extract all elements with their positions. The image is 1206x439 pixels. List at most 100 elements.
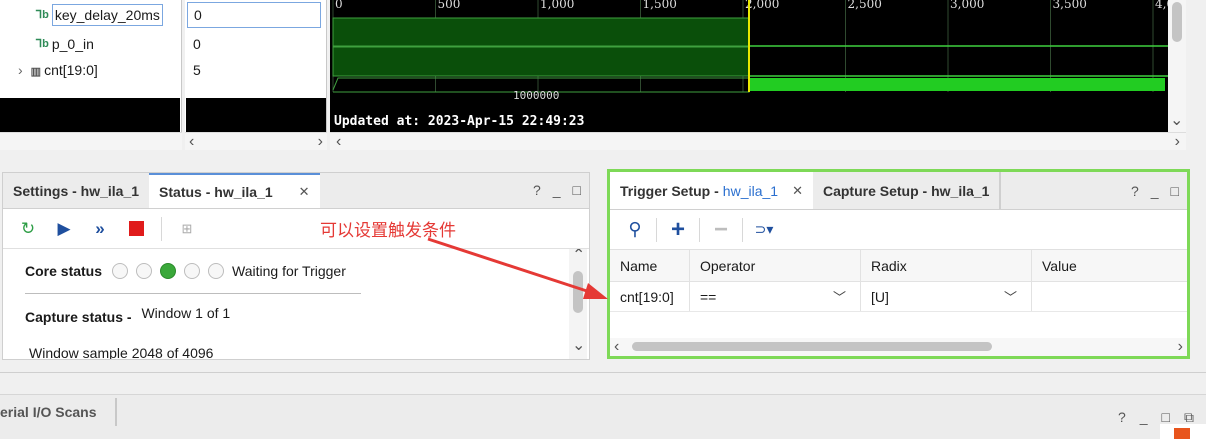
time-tick-label: 0 bbox=[335, 0, 343, 11]
scroll-left-icon[interactable]: ‹ bbox=[336, 133, 341, 150]
waveform-svg: 0 500 1,000 1,500 2,000 2,500 3,000 3,500 4,0 10… bbox=[332, 0, 1168, 129]
tab-trigger-setup[interactable]: Trigger Setup - hw_ila_1 ✕ bbox=[610, 172, 813, 209]
toolbar-separator bbox=[161, 216, 162, 241]
minimize-icon[interactable]: _ bbox=[1140, 409, 1148, 426]
status-tabbar: Settings - hw_ila_1 Status - hw_ila_1 ✕ … bbox=[3, 173, 589, 209]
chevron-down-icon[interactable]: ﹀ bbox=[1004, 287, 1017, 306]
operator-select[interactable]: == ﹀ bbox=[690, 282, 861, 311]
core-status-text: Waiting for Trigger bbox=[232, 263, 346, 279]
signal-name: p_0_in bbox=[51, 35, 94, 52]
scroll-down-icon[interactable]: ⌄ bbox=[572, 337, 585, 355]
auto-retrigger-icon[interactable]: ↻ bbox=[13, 215, 43, 243]
tab-status[interactable]: Status - hw_ila_1 ✕ bbox=[149, 173, 320, 208]
trigger-hscroll[interactable]: ‹ › bbox=[610, 338, 1187, 356]
run-trigger-icon[interactable]: ▶ bbox=[49, 215, 79, 243]
capture-status-label: Capture status - bbox=[25, 309, 132, 325]
names-hscroll[interactable] bbox=[0, 132, 182, 150]
column-radix[interactable]: Radix bbox=[861, 250, 1032, 281]
scroll-right-icon[interactable]: › bbox=[1178, 338, 1183, 356]
values-hscroll[interactable]: ‹ › bbox=[185, 132, 327, 150]
maximize-icon[interactable]: □ bbox=[573, 182, 581, 198]
tab-label: Trigger Setup - bbox=[620, 182, 719, 199]
chevron-down-icon[interactable]: ﹀ bbox=[833, 287, 846, 306]
help-icon[interactable]: ? bbox=[533, 182, 541, 198]
chevron-right-icon[interactable]: › bbox=[18, 62, 23, 78]
status-toolbar: ↻ ▶ » ⊞ bbox=[3, 209, 589, 249]
value-row: 0 bbox=[185, 0, 326, 29]
tab-capture-setup[interactable]: Capture Setup - hw_ila_1 bbox=[813, 172, 1002, 209]
bit-icon: ⅂b bbox=[36, 9, 49, 21]
close-icon[interactable]: ✕ bbox=[792, 183, 803, 199]
wave-key-delay-high bbox=[332, 17, 750, 47]
run-immediate-icon[interactable]: » bbox=[85, 215, 115, 243]
status-dot bbox=[184, 263, 201, 279]
status-dot-active bbox=[160, 263, 177, 279]
tab-label: Capture Setup - hw_ila_1 bbox=[822, 182, 990, 199]
gate-config-icon[interactable]: ⊃▾ bbox=[749, 216, 779, 244]
value-row: 5 bbox=[185, 58, 326, 78]
scroll-right-icon[interactable]: › bbox=[318, 133, 323, 150]
value-input[interactable] bbox=[1032, 282, 1187, 311]
maximize-icon[interactable]: □ bbox=[1171, 183, 1179, 199]
radix-value: [U] bbox=[871, 288, 889, 305]
status-content: Core status Waiting for Trigger Capture … bbox=[3, 249, 589, 359]
operator-value: == bbox=[700, 288, 717, 305]
signal-row[interactable]: › ▥ cnt[19:0] bbox=[0, 58, 181, 78]
toolbar-separator bbox=[699, 217, 700, 242]
divider bbox=[25, 293, 361, 294]
waveform-canvas[interactable]: 0 500 1,000 1,500 2,000 2,500 3,000 3,500 4,0 10… bbox=[330, 0, 1168, 132]
signal-name: key_delay_20ms bbox=[51, 3, 163, 26]
column-value[interactable]: Value bbox=[1032, 250, 1187, 281]
column-name[interactable]: Name bbox=[610, 250, 690, 281]
bit-icon: ⅂b bbox=[36, 38, 49, 50]
scroll-thumb[interactable] bbox=[1172, 2, 1182, 42]
table-row[interactable]: cnt[19:0] == ﹀ [U] ﹀ bbox=[610, 282, 1187, 312]
toolbar-separator bbox=[656, 217, 657, 242]
wave-cnt-bus-active bbox=[750, 78, 1165, 91]
capture-status-row: Capture status - Window 1 of 1 bbox=[25, 305, 230, 325]
close-icon[interactable]: ✕ bbox=[299, 184, 310, 200]
signal-row[interactable]: ⅂b key_delay_20ms bbox=[0, 0, 181, 29]
tab-label: Status - hw_ila_1 bbox=[159, 183, 273, 200]
add-probe-icon[interactable]: + bbox=[663, 216, 693, 244]
minimize-icon[interactable]: _ bbox=[1151, 183, 1159, 199]
scroll-left-icon[interactable]: ‹ bbox=[614, 338, 619, 356]
minimize-icon[interactable]: _ bbox=[553, 182, 561, 198]
column-operator[interactable]: Operator bbox=[690, 250, 861, 281]
scroll-right-icon[interactable]: › bbox=[1175, 133, 1180, 150]
signal-name: cnt[19:0] bbox=[44, 62, 98, 78]
tab-settings[interactable]: Settings - hw_ila_1 bbox=[3, 173, 149, 208]
search-icon[interactable]: ⚲ bbox=[620, 216, 650, 244]
time-tick-label: 3,000 bbox=[950, 0, 984, 11]
signal-value: 0 bbox=[187, 1, 321, 28]
radix-select[interactable]: [U] ﹀ bbox=[861, 282, 1032, 311]
scroll-down-icon[interactable]: ⌄ bbox=[1170, 112, 1183, 130]
stop-icon[interactable] bbox=[121, 215, 151, 243]
tab-label: Settings - hw_ila_1 bbox=[13, 182, 140, 199]
signal-row[interactable]: ⅂b p_0_in bbox=[0, 29, 181, 58]
window-sample-text: Window sample 2048 of 4096 bbox=[29, 345, 214, 359]
status-dot bbox=[112, 263, 129, 279]
time-tick-label: 3,500 bbox=[1053, 0, 1087, 11]
time-tick-label: 2,000 bbox=[745, 0, 779, 11]
status-dot bbox=[208, 263, 225, 279]
tab-serial-io-scans[interactable]: erial I/O Scans bbox=[0, 395, 117, 429]
scroll-thumb[interactable] bbox=[632, 342, 992, 351]
updated-timestamp: Updated at: 2023-Apr-15 22:49:23 bbox=[334, 114, 584, 129]
scroll-left-icon[interactable]: ‹ bbox=[189, 133, 194, 150]
bus-icon: ▥ bbox=[30, 66, 42, 78]
waveform-hscroll[interactable]: ‹ › bbox=[330, 132, 1186, 150]
help-icon[interactable]: ? bbox=[1131, 183, 1139, 199]
trigger-tabbar: Trigger Setup - hw_ila_1 ✕ Capture Setup… bbox=[610, 172, 1187, 210]
waveform-vscroll[interactable]: ⌄ bbox=[1168, 0, 1186, 132]
trigger-setup-panel: Trigger Setup - hw_ila_1 ✕ Capture Setup… bbox=[607, 169, 1190, 359]
help-icon[interactable]: ? bbox=[1118, 409, 1126, 426]
divider bbox=[0, 372, 1206, 373]
trigger-grid-header: Name Operator Radix Value bbox=[610, 250, 1187, 282]
scroll-up-icon[interactable]: ⌃ bbox=[572, 249, 585, 265]
scroll-thumb[interactable] bbox=[573, 271, 583, 313]
probe-name: cnt[19:0] bbox=[610, 282, 690, 311]
window-controls: ? _ □ bbox=[533, 182, 581, 198]
time-tick-label: 2,500 bbox=[848, 0, 882, 11]
status-vscroll[interactable]: ⌃ ⌄ bbox=[569, 249, 587, 359]
